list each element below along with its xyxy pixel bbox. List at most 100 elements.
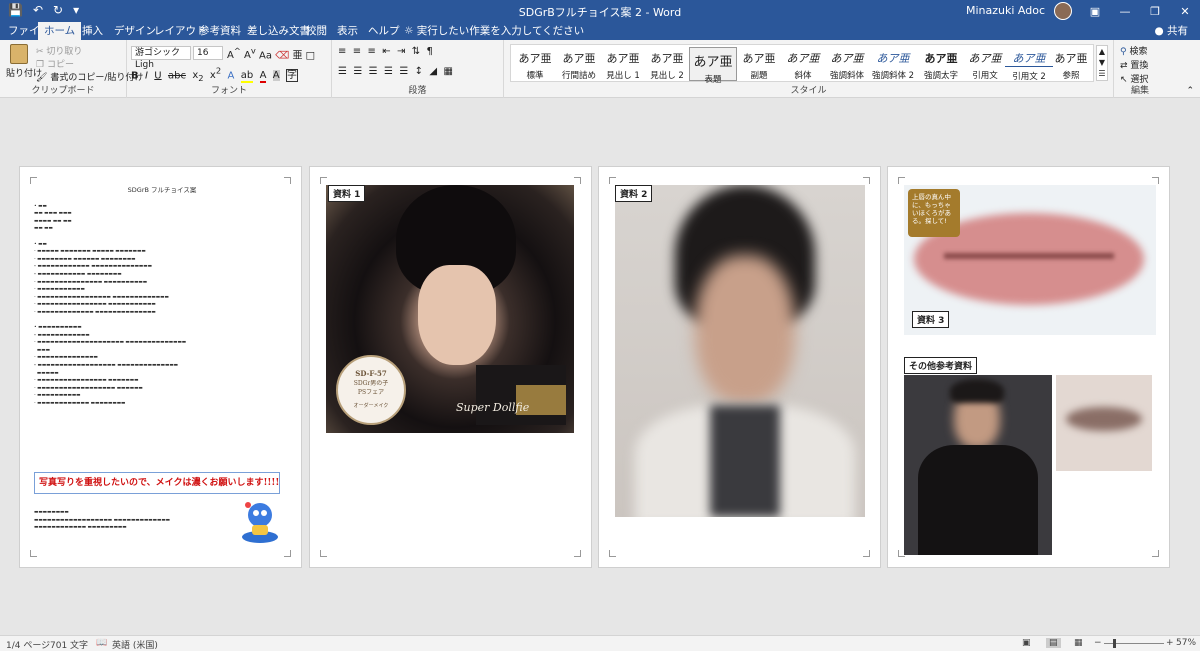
ribbon-display-options-icon[interactable]: ▣ [1080, 0, 1110, 22]
align-left-icon[interactable]: ☰ [338, 66, 347, 77]
subscript-icon[interactable]: x2 [192, 70, 203, 83]
style-no-spacing[interactable]: あア亜 行間詰め [555, 47, 603, 81]
change-case-icon[interactable]: Aa [259, 50, 272, 61]
zoom-out-icon[interactable]: − [1094, 638, 1102, 648]
collapse-ribbon-icon[interactable]: ⌃ [1186, 86, 1194, 96]
numbering-icon[interactable]: ≡ [353, 46, 361, 57]
phonetic-guide-icon[interactable]: 亜 [292, 50, 302, 61]
user-name[interactable]: Minazuki Adoc [966, 4, 1045, 17]
style-italic[interactable]: あア亜 斜体 [779, 47, 827, 81]
char-shading-icon[interactable]: A [272, 70, 280, 82]
tab-home[interactable]: ホーム [38, 22, 82, 40]
cut-button[interactable]: ✂ 切り取り [36, 44, 82, 57]
web-layout-icon[interactable]: ▦ [1074, 638, 1083, 648]
share-button[interactable]: ● 共有 [1155, 22, 1189, 40]
style-heading-1[interactable]: あア亜 見出し 1 [599, 47, 647, 81]
language[interactable]: 英語 (米国) [112, 638, 158, 651]
font-color-icon[interactable]: A [259, 70, 267, 84]
style-name: 見出し 1 [606, 71, 640, 81]
highlight-icon[interactable]: ab [240, 70, 254, 84]
style-quote[interactable]: あア亜 引用文 [961, 47, 1009, 81]
underline-icon[interactable]: U [154, 70, 161, 81]
word-count[interactable]: 701 文字 [50, 638, 88, 651]
style-intense-italic-2[interactable]: あア亜 強調斜体 2 [869, 47, 917, 81]
strikethrough-icon[interactable]: abc [168, 70, 186, 81]
tab-insert[interactable]: 挿入 [76, 22, 109, 40]
tab-help[interactable]: ヘルプ [362, 22, 406, 40]
style-title[interactable]: あア亜 表題 [689, 47, 737, 85]
avatar[interactable] [1054, 2, 1072, 20]
page-2[interactable]: SD-F-57 SDGr男の子 PSフェア オーダーメイク Super Doll… [309, 166, 592, 568]
clear-format-icon[interactable]: ⌫ [275, 50, 289, 61]
style-subtitle[interactable]: あア亜 副題 [735, 47, 783, 81]
reference-label-3: 資料 3 [912, 311, 950, 328]
tab-view[interactable]: 表示 [331, 22, 364, 40]
tell-me-text: 実行したい作業を入力してください [416, 25, 585, 37]
find-button[interactable]: ⚲ 検索 [1120, 44, 1147, 57]
increase-indent-icon[interactable]: ⇥ [397, 46, 405, 57]
blurred-eye [1066, 407, 1142, 431]
clipboard-icon [10, 44, 28, 64]
shrink-font-icon[interactable]: Av [244, 46, 256, 61]
tab-references[interactable]: 参考資料 [193, 22, 247, 40]
replace-button[interactable]: ⇄ 置換 [1120, 58, 1148, 71]
paste-button[interactable]: 貼り付け [6, 44, 43, 79]
show-marks-icon[interactable]: ¶ [427, 46, 433, 57]
sort-icon[interactable]: ⇅ [412, 46, 420, 57]
char-border-icon[interactable]: 字 [285, 69, 298, 83]
styles-scroll[interactable]: ▲ ▼ ☰ [1096, 45, 1108, 81]
print-layout-icon[interactable]: ▤ [1046, 638, 1061, 648]
page-3[interactable]: 資料 2 [598, 166, 881, 568]
style-normal[interactable]: あア亜 標準 [511, 47, 559, 81]
style-intense-italic[interactable]: あア亜 強調斜体 [823, 47, 871, 81]
superscript-icon[interactable]: x2 [210, 66, 221, 81]
font-size-combo[interactable]: 16 [193, 46, 223, 60]
read-mode-icon[interactable]: ▣ [1022, 638, 1031, 648]
crop-mark [1152, 177, 1159, 184]
paste-label: 貼り付け [6, 69, 43, 79]
enclose-char-icon[interactable]: □ [306, 50, 315, 61]
page-4[interactable]: 上唇の真ん中に、もっちゃいほくろがある。探して! 資料 3 その他参考資料 [887, 166, 1170, 568]
close-icon[interactable]: ✕ [1170, 0, 1200, 22]
style-name: 強調太字 [923, 71, 958, 81]
grow-font-icon[interactable]: A^ [227, 46, 241, 61]
page-1[interactable]: SDGrB フルチョイス案 • ▬▬ ▬▬ ▬▬▬ ▬▬▬ ▬▬▬▬ ▬▬ ▬▬… [19, 166, 302, 568]
align-center-icon[interactable]: ☰ [353, 66, 362, 77]
sd-badge: SD-F-57 SDGr男の子 PSフェア オーダーメイク [336, 355, 406, 425]
proofing-icon[interactable]: 📖 [96, 638, 107, 648]
page-count[interactable]: 1/4 ページ [6, 638, 50, 651]
line-spacing-icon[interactable]: ↕ [415, 66, 423, 77]
restore-icon[interactable]: ❐ [1140, 0, 1170, 22]
multilevel-list-icon[interactable]: ≡ [368, 46, 376, 57]
style-strong[interactable]: あア亜 強調太字 [917, 47, 965, 81]
italic-icon[interactable]: I [145, 70, 148, 81]
bullets-icon[interactable]: ≡ [338, 46, 346, 57]
shading-icon[interactable]: ◢ [429, 66, 437, 77]
text-effects-icon[interactable]: A [228, 70, 235, 81]
style-sample: あア亜 [876, 52, 910, 65]
tell-me-search[interactable]: ☼ 実行したい作業を入力してください [404, 22, 584, 40]
style-quote-2[interactable]: あア亜 引用文 2 [1005, 47, 1053, 82]
bold-icon[interactable]: B [131, 70, 139, 81]
text-line: - ▬▬▬▬▬▬▬▬▬▬▬▬▬▬▬▬ ▬▬▬▬▬▬▬▬▬▬▬ [34, 302, 156, 308]
font-name-combo[interactable]: 游ゴシック Ligh [131, 46, 191, 70]
align-right-icon[interactable]: ☰ [369, 66, 378, 77]
text-line: - ▬▬▬▬▬▬▬▬▬▬ [34, 393, 81, 399]
decrease-indent-icon[interactable]: ⇤ [382, 46, 390, 57]
borders-icon[interactable]: ▦ [443, 66, 452, 77]
justify-icon[interactable]: ☰ [384, 66, 393, 77]
crop-mark [574, 550, 581, 557]
zoom-slider-thumb[interactable] [1113, 639, 1116, 648]
style-heading-2[interactable]: あア亜 見出し 2 [643, 47, 691, 81]
zoom-in-icon[interactable]: + [1166, 638, 1174, 648]
copy-button[interactable]: ❐ コピー [36, 57, 74, 70]
replace-icon: ⇄ [1120, 61, 1128, 71]
text-line: - ▬▬▬▬▬▬▬▬▬▬▬▬ ▬▬▬▬▬▬▬▬▬▬▬▬▬▬ [34, 264, 152, 270]
distributed-icon[interactable]: ☰ [399, 66, 408, 77]
style-sample: あア亜 [518, 52, 552, 65]
minimize-icon[interactable]: — [1110, 0, 1140, 22]
text-line: ▬▬▬▬▬ [34, 370, 59, 376]
tab-review[interactable]: 校閲 [300, 22, 333, 40]
style-reference[interactable]: あア亜 参照 [1047, 47, 1095, 81]
zoom-level[interactable]: 57% [1176, 638, 1196, 648]
